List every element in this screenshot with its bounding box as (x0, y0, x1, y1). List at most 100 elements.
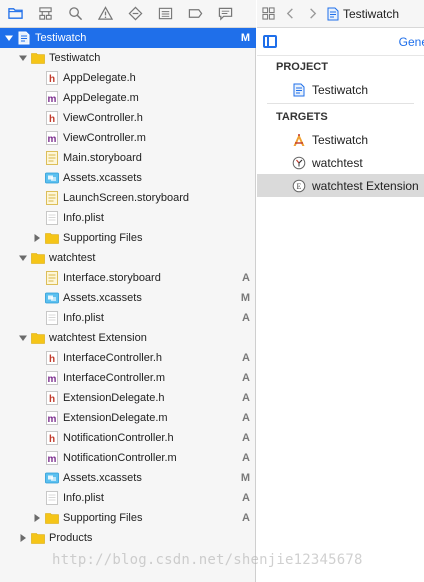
project-file-icon (327, 7, 339, 20)
tree-file-row[interactable]: h InterfaceController.h A (0, 348, 256, 368)
disclosure-collapsed-icon[interactable] (32, 513, 42, 523)
tree-file-row[interactable]: LaunchScreen.storyboard (0, 188, 256, 208)
disclosure-collapsed-icon[interactable] (18, 533, 28, 543)
tree-file-row[interactable]: Interface.storyboard A (0, 268, 256, 288)
tree-file-row[interactable]: m ViewController.m (0, 128, 256, 148)
tree-file-row[interactable]: m AppDelegate.m (0, 88, 256, 108)
tree-row-label: Assets.xcassets (63, 292, 142, 304)
project-file-icon (292, 83, 306, 97)
tree-file-row[interactable]: h ExtensionDelegate.h A (0, 388, 256, 408)
tree-row-label: Info.plist (63, 312, 104, 324)
folder-icon (31, 531, 45, 545)
source-control-status: A (242, 372, 250, 384)
tree-row-label: Testiwatch (35, 32, 87, 44)
back-button[interactable] (279, 0, 301, 28)
tree-group-row[interactable]: Products (0, 528, 256, 548)
tree-row-label: ViewController.m (63, 132, 146, 144)
objc-file-icon: m (45, 131, 59, 145)
tree-row-label: NotificationController.h (63, 432, 174, 444)
tree-file-row[interactable]: Assets.xcassets (0, 168, 256, 188)
project-navigator: Testiwatch M Testiwatch h AppDelegate.h m AppD… (0, 0, 256, 582)
tree-file-row[interactable]: m NotificationController.m A (0, 448, 256, 468)
tree-row-label: Products (49, 532, 93, 544)
tree-file-row[interactable]: Assets.xcassets M (0, 468, 256, 488)
project-item-label: Testiwatch (312, 82, 369, 97)
tree-row-label: AppDelegate.m (63, 92, 139, 104)
objc-file-icon: m (45, 371, 59, 385)
source-control-status: A (242, 512, 250, 524)
tree-group-row[interactable]: Supporting Files A (0, 508, 256, 528)
tree-row-label: AppDelegate.h (63, 72, 136, 84)
tree-row-label: watchtest Extension (49, 332, 147, 344)
storyboard-icon (45, 191, 59, 205)
find-navigator-button[interactable] (60, 0, 90, 28)
header-file-icon: h (45, 431, 59, 445)
disclosure-expanded-icon[interactable] (4, 33, 14, 43)
tree-group-row[interactable]: Supporting Files (0, 228, 256, 248)
source-control-status: A (242, 312, 250, 324)
header-file-icon: h (45, 71, 59, 85)
source-control-status: A (242, 432, 250, 444)
tree-file-row[interactable]: Info.plist (0, 208, 256, 228)
svg-text:h: h (49, 114, 55, 125)
svg-text:m: m (48, 454, 57, 465)
tree-row-label: InterfaceController.h (63, 352, 163, 364)
tree-row-label: LaunchScreen.storyboard (63, 192, 189, 204)
source-control-status: A (242, 392, 250, 404)
tree-file-row[interactable]: Main.storyboard (0, 148, 256, 168)
tree-file-row[interactable]: Info.plist A (0, 488, 256, 508)
tree-file-row[interactable]: m ExtensionDelegate.m A (0, 408, 256, 428)
targets-rows: Testiwatch watchtest Ewatchtest Extension (257, 128, 424, 197)
folder-icon (7, 8, 23, 19)
comment-icon (218, 7, 232, 21)
test-navigator-button[interactable] (120, 0, 150, 28)
disclosure-expanded-icon[interactable] (18, 333, 28, 343)
section-divider (267, 103, 414, 104)
show-targets-sidebar-toggle[interactable] (263, 35, 277, 48)
svg-text:h: h (49, 394, 55, 405)
tree-group-row[interactable]: Testiwatch (0, 48, 256, 68)
source-control-status: A (242, 412, 250, 424)
issue-navigator-button[interactable] (90, 0, 120, 28)
breakpoint-navigator-button[interactable] (180, 0, 210, 28)
tab-general[interactable]: Gene (399, 35, 424, 49)
plist-file-icon (45, 311, 59, 325)
report-navigator-button[interactable] (210, 0, 240, 28)
tree-file-row[interactable]: Assets.xcassets M (0, 288, 256, 308)
tree-file-row[interactable]: h NotificationController.h A (0, 428, 256, 448)
target-item[interactable]: Ewatchtest Extension (257, 174, 424, 197)
breadcrumb[interactable]: Testiwatch (327, 7, 399, 21)
disclosure-expanded-icon[interactable] (18, 253, 28, 263)
tree-row-label: Assets.xcassets (63, 172, 142, 184)
editor-target-bar: Gene (257, 28, 424, 56)
tree-group-row[interactable]: watchtest (0, 248, 256, 268)
source-control-status: A (242, 272, 250, 284)
tree-file-row[interactable]: h ViewController.h (0, 108, 256, 128)
folder-icon (45, 231, 59, 245)
asset-catalog-icon (45, 471, 59, 485)
tree-row-label: ExtensionDelegate.m (63, 412, 168, 424)
tree-group-row[interactable]: watchtest Extension (0, 328, 256, 348)
target-item[interactable]: Testiwatch (257, 128, 424, 151)
related-items-button[interactable] (257, 0, 279, 28)
tree-row-label: watchtest (49, 252, 96, 264)
target-item-label: watchtest Extension (312, 178, 419, 193)
tree-row-label: ViewController.h (63, 112, 143, 124)
target-item[interactable]: watchtest (257, 151, 424, 174)
grid-icon (261, 7, 275, 20)
symbol-navigator-button[interactable] (30, 0, 60, 28)
tree-group-row[interactable]: Testiwatch M (0, 28, 256, 48)
debug-navigator-button[interactable] (150, 0, 180, 28)
disclosure-expanded-icon[interactable] (18, 53, 28, 63)
diamond-icon (128, 6, 142, 21)
tree-file-row[interactable]: h AppDelegate.h (0, 68, 256, 88)
forward-button[interactable] (301, 0, 323, 28)
disclosure-collapsed-icon[interactable] (32, 233, 42, 243)
tree-file-row[interactable]: m InterfaceController.m A (0, 368, 256, 388)
svg-text:h: h (49, 354, 55, 365)
project-item[interactable]: Testiwatch (257, 78, 424, 101)
tree-file-row[interactable]: Info.plist A (0, 308, 256, 328)
source-control-status: A (242, 452, 250, 464)
project-navigator-button[interactable] (0, 0, 30, 28)
project-editor: Testiwatch Gene PROJECT Testiwatch TARGE… (257, 0, 424, 582)
